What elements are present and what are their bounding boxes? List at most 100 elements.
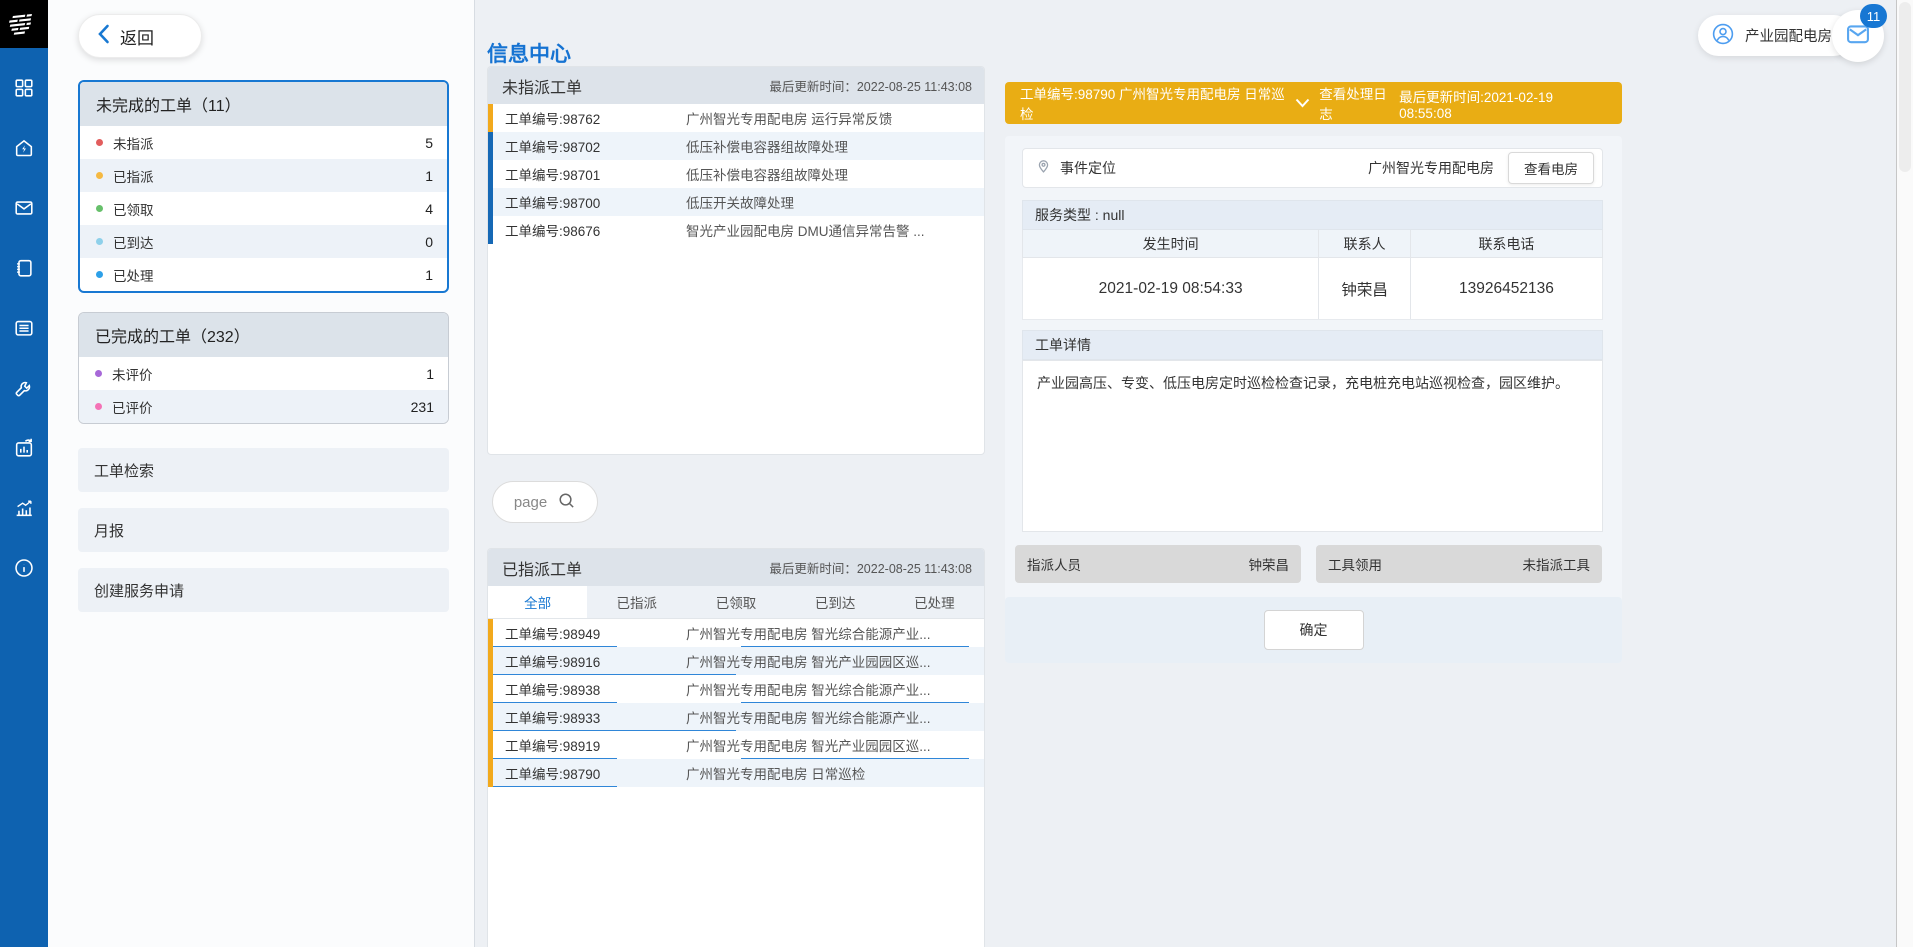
status-row[interactable]: 已指派 1 [80,159,447,192]
status-dot [96,172,103,179]
panel-link[interactable]: 创建服务申请 [78,568,449,612]
info-icon[interactable] [13,557,35,579]
status-tab[interactable]: 全部 [488,586,587,618]
work-order-row[interactable]: 工单编号:98676 智光产业园配电房 DMU通信异常告警 ... [488,216,984,244]
vertical-scrollbar[interactable] [1896,0,1913,947]
app-root: 返回 未完成的工单（11） 未指派 5 已指派 1 [0,0,1913,947]
status-label: 已到达 [113,232,154,252]
trend-chart-icon[interactable] [13,497,35,519]
confirm-button[interactable]: 确定 [1264,610,1364,650]
assignee-box[interactable]: 指派人员 钟荣昌 [1015,545,1301,583]
panel-link[interactable]: 工单检索 [78,448,449,492]
work-order-row[interactable]: 工单编号:98949 广州智光专用配电房 智光综合能源产业... [488,619,984,647]
status-row[interactable]: 已评价 231 [79,390,448,423]
status-label: 已领取 [113,199,154,219]
work-order-panel: 返回 未完成的工单（11） 未指派 5 已指派 1 [48,0,475,947]
status-count: 231 [411,399,434,415]
panel-link-label: 月报 [94,520,124,541]
tools-value: 未指派工具 [1523,554,1591,574]
status-tab-label: 已领取 [716,592,757,612]
work-order-row[interactable]: 工单编号:98701 低压补偿电容器组故障处理 [488,160,984,188]
mail-icon[interactable] [13,197,35,219]
status-count: 1 [425,168,433,184]
status-tab[interactable]: 已指派 [587,586,686,618]
confirm-bar: 确定 [1005,597,1622,663]
order-description: 广州智光专用配电房 运行异常反馈 [686,108,892,128]
status-bar [488,104,493,132]
assigned-orders-card: 已指派工单 最后更新时间：2022-08-25 11:43:08 全部 已指派 … [487,548,985,947]
tools-box[interactable]: 工具领用 未指派工具 [1316,545,1602,583]
work-order-row[interactable]: 工单编号:98790 广州智光专用配电房 日常巡检 [488,759,984,787]
status-bar [488,132,493,160]
order-number: 工单编号:98938 [505,679,686,699]
status-tab[interactable]: 已到达 [786,586,885,618]
contact-value: 钟荣昌 [1318,258,1411,319]
event-location-label: 事件定位 [1060,158,1116,178]
order-details-text: 产业园高压、专变、低压电房定时巡检检查记录，充电桩充电站巡视检查，园区维护。 [1022,360,1603,532]
status-tab-label: 全部 [524,592,551,612]
status-row[interactable]: 已到达 0 [80,225,447,258]
completed-status-list: 未评价 1 已评价 231 [79,357,448,423]
status-tab[interactable]: 已处理 [885,586,984,618]
panel-link[interactable]: 月报 [78,508,449,552]
back-button[interactable]: 返回 [78,14,202,58]
view-power-room-button[interactable]: 查看电房 [1508,152,1594,184]
work-order-row[interactable]: 工单编号:98916 广州智光专用配电房 智光产业园园区巡... [488,647,984,675]
work-order-row[interactable]: 工单编号:98762 广州智光专用配电房 运行异常反馈 [488,104,984,132]
col-occurred-time: 发生时间 [1023,230,1318,257]
panel-link-label: 工单检索 [94,460,154,481]
work-order-row[interactable]: 工单编号:98933 广州智光专用配电房 智光综合能源产业... [488,703,984,731]
status-row[interactable]: 未指派 5 [80,126,447,159]
user-account-button[interactable]: 产业园配电房 [1698,15,1854,56]
status-label: 已评价 [112,397,153,417]
order-details-bar: 工单详情 [1022,330,1603,360]
order-number: 工单编号:98700 [505,192,686,212]
panel-link-label: 创建服务申请 [94,580,184,601]
work-order-row[interactable]: 工单编号:98700 低压开关故障处理 [488,188,984,216]
status-label: 已处理 [113,265,154,285]
completed-orders-card: 已完成的工单（232） 未评价 1 已评价 231 [78,312,449,424]
status-row[interactable]: 已领取 4 [80,192,447,225]
order-detail-banner: 工单编号:98790 广州智光专用配电房 日常巡检 查看处理日志 最后更新时间:… [1005,82,1622,124]
event-location-value: 广州智光专用配电房 [1368,158,1494,178]
order-description: 广州智光专用配电房 智光产业园园区巡... [686,735,931,755]
wrench-icon[interactable] [13,377,35,399]
banner-updated-time: 最后更新时间:2021-02-19 08:55:08 [1399,86,1607,121]
status-dot [95,403,102,410]
view-process-log-link[interactable]: 查看处理日志 [1295,83,1399,123]
status-tab[interactable]: 已领取 [686,586,785,618]
unassigned-orders-header: 未指派工单 最后更新时间：2022-08-25 11:43:08 [488,67,984,104]
status-bar [488,647,493,675]
col-contact: 联系人 [1318,230,1411,257]
assigned-order-list: 工单编号:98949 广州智光专用配电房 智光综合能源产业... 工单编号:98… [488,619,984,787]
nav-sidebar [0,0,48,947]
status-row[interactable]: 未评价 1 [79,357,448,390]
assigned-orders-title: 已指派工单 [502,556,582,580]
notebook-icon[interactable] [13,257,35,279]
phone-value: 13926452136 [1411,258,1602,319]
status-label: 未指派 [113,133,154,153]
scrollbar-thumb[interactable] [1899,2,1911,172]
app-logo[interactable] [0,0,48,48]
order-description: 智光产业园配电房 DMU通信异常告警 ... [686,220,925,240]
page-search-control[interactable]: page [492,481,598,523]
order-number: 工单编号:98676 [505,220,686,240]
work-order-row[interactable]: 工单编号:98919 广州智光专用配电房 智光产业园园区巡... [488,731,984,759]
pager-label: page [514,494,547,511]
status-tab-label: 已到达 [815,592,856,612]
list-icon[interactable] [13,317,35,339]
work-order-row[interactable]: 工单编号:98702 低压补偿电容器组故障处理 [488,132,984,160]
status-row[interactable]: 已处理 1 [80,258,447,291]
location-pin-icon [1035,157,1052,179]
chevron-left-icon [97,24,110,49]
status-bar [488,619,493,647]
chart-box-icon[interactable] [13,437,35,459]
work-order-row[interactable]: 工单编号:98938 广州智光专用配电房 智光综合能源产业... [488,675,984,703]
dashboard-icon[interactable] [13,77,35,99]
order-description: 广州智光专用配电房 智光综合能源产业... [686,679,931,699]
home-energy-icon[interactable] [13,137,35,159]
order-description: 低压开关故障处理 [686,192,794,212]
order-description: 广州智光专用配电房 智光产业园园区巡... [686,651,931,671]
occurred-time-value: 2021-02-19 08:54:33 [1023,258,1318,319]
assigned-orders-header: 已指派工单 最后更新时间：2022-08-25 11:43:08 [488,549,984,586]
